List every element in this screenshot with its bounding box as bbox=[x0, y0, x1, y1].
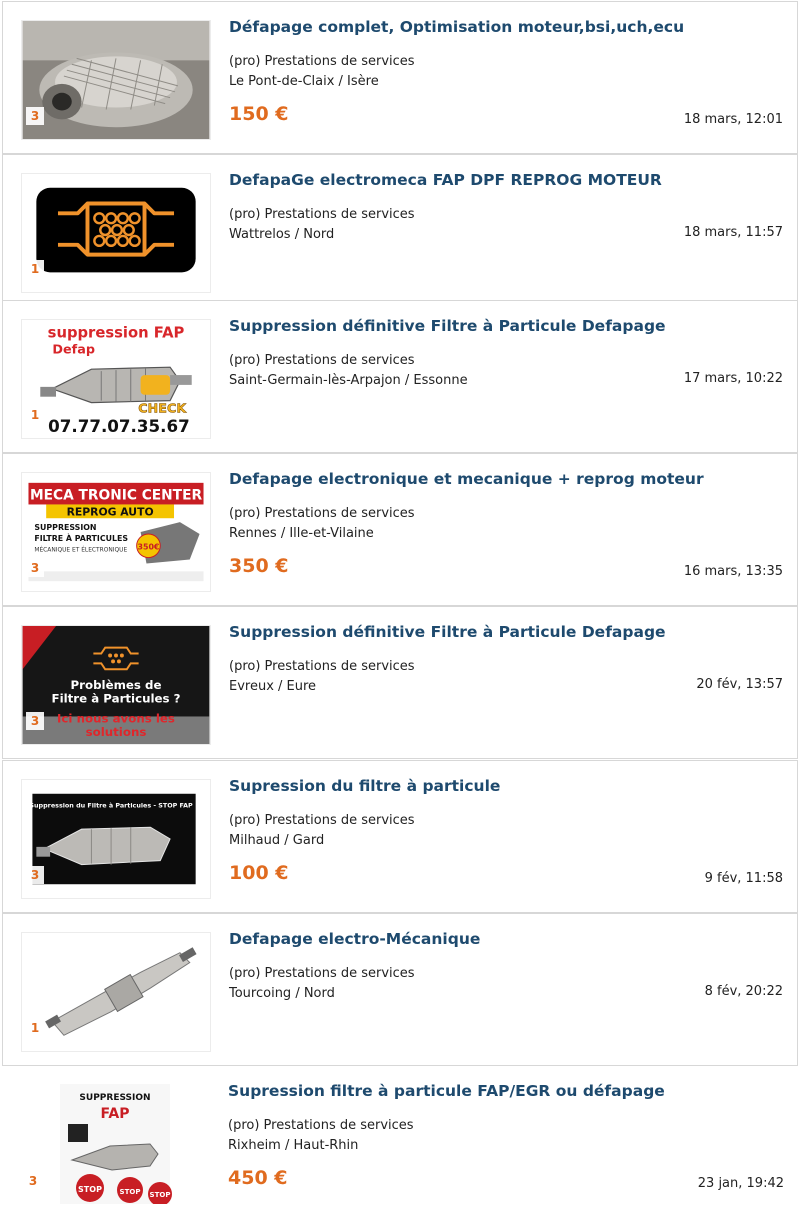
listing-location: Le Pont-de-Claix / Isère bbox=[229, 74, 379, 89]
ad-caption: Suppression du Filtre à Particules - STO… bbox=[29, 802, 193, 810]
listing-location: Tourcoing / Nord bbox=[229, 986, 335, 1001]
listing-date: 20 fév, 13:57 bbox=[696, 677, 783, 692]
listing-location: Milhaud / Gard bbox=[229, 833, 325, 848]
listing-date: 18 mars, 12:01 bbox=[683, 112, 783, 127]
listing-price: 450 € bbox=[228, 1167, 288, 1189]
listing-date: 9 fév, 11:58 bbox=[704, 871, 783, 886]
ad-brand: MECA TRONIC CENTER bbox=[30, 488, 203, 504]
listing-title[interactable]: Suppression définitive Filtre à Particul… bbox=[229, 317, 666, 335]
ad-fap-label: FAP bbox=[100, 1106, 129, 1122]
listing-item[interactable]: MECA TRONIC CENTER REPROG AUTO SUPPRESSI… bbox=[2, 453, 798, 606]
listing-title[interactable]: Défapage complet, Optimisation moteur,bs… bbox=[229, 18, 684, 36]
listing-photo[interactable]: 1 bbox=[21, 173, 211, 293]
listing-title[interactable]: Supression filtre à particule FAP/EGR ou… bbox=[228, 1082, 665, 1100]
listing-category: (pro) Prestations de services bbox=[229, 659, 415, 674]
listing-location: Wattrelos / Nord bbox=[229, 227, 335, 242]
listing-photo[interactable]: 1 bbox=[21, 932, 211, 1052]
listing-location: Evreux / Eure bbox=[229, 679, 317, 694]
listing-item[interactable]: 3 Défapage complet, Optimisation moteur,… bbox=[2, 1, 798, 154]
listing-photo[interactable]: SUPPRESSION FAP STOP STOP STOP 3 bbox=[20, 1084, 210, 1204]
listing-title[interactable]: Supression du filtre à particule bbox=[229, 777, 500, 795]
stop-fap-ad: Suppression du Filtre à Particules - STO… bbox=[22, 780, 210, 898]
air-filter-photo bbox=[22, 21, 210, 139]
listing-title[interactable]: Defapage electro-Mécanique bbox=[229, 930, 480, 948]
listing-category: (pro) Prestations de services bbox=[229, 813, 415, 828]
listing-photo[interactable]: MECA TRONIC CENTER REPROG AUTO SUPPRESSI… bbox=[21, 472, 211, 592]
exhaust-part-photo bbox=[22, 933, 210, 1051]
listing-title[interactable]: Defapage electronique et mecanique + rep… bbox=[229, 470, 704, 488]
listing-category: (pro) Prestations de services bbox=[229, 506, 415, 521]
listing-location: Rixheim / Haut-Rhin bbox=[228, 1138, 359, 1153]
photo-count-badge: 1 bbox=[26, 260, 44, 278]
listing-location: Saint-Germain-lès-Arpajon / Essonne bbox=[229, 373, 468, 388]
listing-item[interactable]: Problèmes de Filtre à Particules ? Ici n… bbox=[2, 606, 798, 759]
listing-item[interactable]: Suppression du Filtre à Particules - STO… bbox=[2, 760, 798, 913]
listing-date: 16 mars, 13:35 bbox=[683, 564, 783, 579]
listing-title[interactable]: Suppression définitive Filtre à Particul… bbox=[229, 623, 666, 641]
dpf-warning-icon bbox=[22, 174, 210, 292]
ad-stop-sign: STOP bbox=[150, 1191, 171, 1199]
listing-title[interactable]: DefapaGe electromeca FAP DPF REPROG MOTE… bbox=[229, 171, 662, 189]
ad-line1: SUPPRESSION bbox=[34, 523, 96, 532]
photo-count-badge: 3 bbox=[26, 107, 44, 125]
photo-count-badge: 3 bbox=[26, 866, 44, 884]
photo-count-badge: 3 bbox=[26, 559, 44, 577]
ad-heading: SUPPRESSION bbox=[79, 1093, 150, 1103]
listing-photo[interactable]: Problèmes de Filtre à Particules ? Ici n… bbox=[21, 625, 211, 745]
ad-solution-line1: Ici nous avons les bbox=[57, 711, 175, 725]
ad-line3: MÉCANIQUE ET ÉLECTRONIQUE bbox=[34, 546, 127, 554]
listing-item[interactable]: 1 Defapage electro-Mécanique (pro) Prest… bbox=[2, 913, 798, 1066]
listing-category: (pro) Prestations de services bbox=[229, 207, 415, 222]
listing-date: 23 jan, 19:42 bbox=[697, 1176, 784, 1191]
ad-check-label: CHECK bbox=[138, 401, 187, 416]
fap-removal-ad: suppression FAP Defap CHECK 07.77.07.35.… bbox=[22, 320, 210, 438]
ad-stop-sign: STOP bbox=[120, 1188, 141, 1196]
ad-service: REPROG AUTO bbox=[67, 505, 154, 518]
listing-category: (pro) Prestations de services bbox=[229, 353, 415, 368]
dpf-problem-ad: Problèmes de Filtre à Particules ? Ici n… bbox=[22, 626, 210, 744]
mecatronic-ad: MECA TRONIC CENTER REPROG AUTO SUPPRESSI… bbox=[22, 473, 210, 591]
photo-count-badge: 1 bbox=[26, 406, 44, 424]
listing-item[interactable]: 1 DefapaGe electromeca FAP DPF REPROG MO… bbox=[2, 154, 798, 307]
photo-count-badge: 1 bbox=[26, 1019, 44, 1037]
listing-price: 150 € bbox=[229, 103, 289, 125]
ad-headline: suppression FAP bbox=[48, 325, 185, 342]
listing-category: (pro) Prestations de services bbox=[229, 966, 415, 981]
listing-date: 8 fév, 20:22 bbox=[704, 984, 783, 999]
listing-price: 100 € bbox=[229, 862, 289, 884]
listing-price: 350 € bbox=[229, 555, 289, 577]
ad-subheadline: Defap bbox=[52, 342, 95, 357]
listing-item[interactable]: SUPPRESSION FAP STOP STOP STOP 3 Supress… bbox=[2, 1066, 798, 1219]
ad-stop-sign: STOP bbox=[78, 1185, 102, 1194]
listing-category: (pro) Prestations de services bbox=[228, 1118, 414, 1133]
suppression-fap-ad: SUPPRESSION FAP STOP STOP STOP bbox=[20, 1084, 210, 1204]
photo-count-badge: 3 bbox=[24, 1172, 42, 1190]
ad-problem-line1: Problèmes de bbox=[71, 678, 162, 692]
ad-phone: 07.77.07.35.67 bbox=[48, 416, 190, 436]
ad-solution-line2: solutions bbox=[86, 725, 147, 739]
listing-date: 18 mars, 11:57 bbox=[683, 225, 783, 240]
ad-price-tag: 350€ bbox=[138, 543, 160, 552]
ad-line2: FILTRE À PARTICULES bbox=[34, 532, 128, 543]
listing-location: Rennes / Ille-et-Vilaine bbox=[229, 526, 374, 541]
listing-photo[interactable]: Suppression du Filtre à Particules - STO… bbox=[21, 779, 211, 899]
listing-item[interactable]: suppression FAP Defap CHECK 07.77.07.35.… bbox=[2, 300, 798, 453]
listing-date: 17 mars, 10:22 bbox=[683, 371, 783, 386]
photo-count-badge: 3 bbox=[26, 712, 44, 730]
listing-photo[interactable]: suppression FAP Defap CHECK 07.77.07.35.… bbox=[21, 319, 211, 439]
ad-problem-line2: Filtre à Particules ? bbox=[52, 692, 181, 706]
listing-category: (pro) Prestations de services bbox=[229, 54, 415, 69]
listing-photo[interactable]: 3 bbox=[21, 20, 211, 140]
